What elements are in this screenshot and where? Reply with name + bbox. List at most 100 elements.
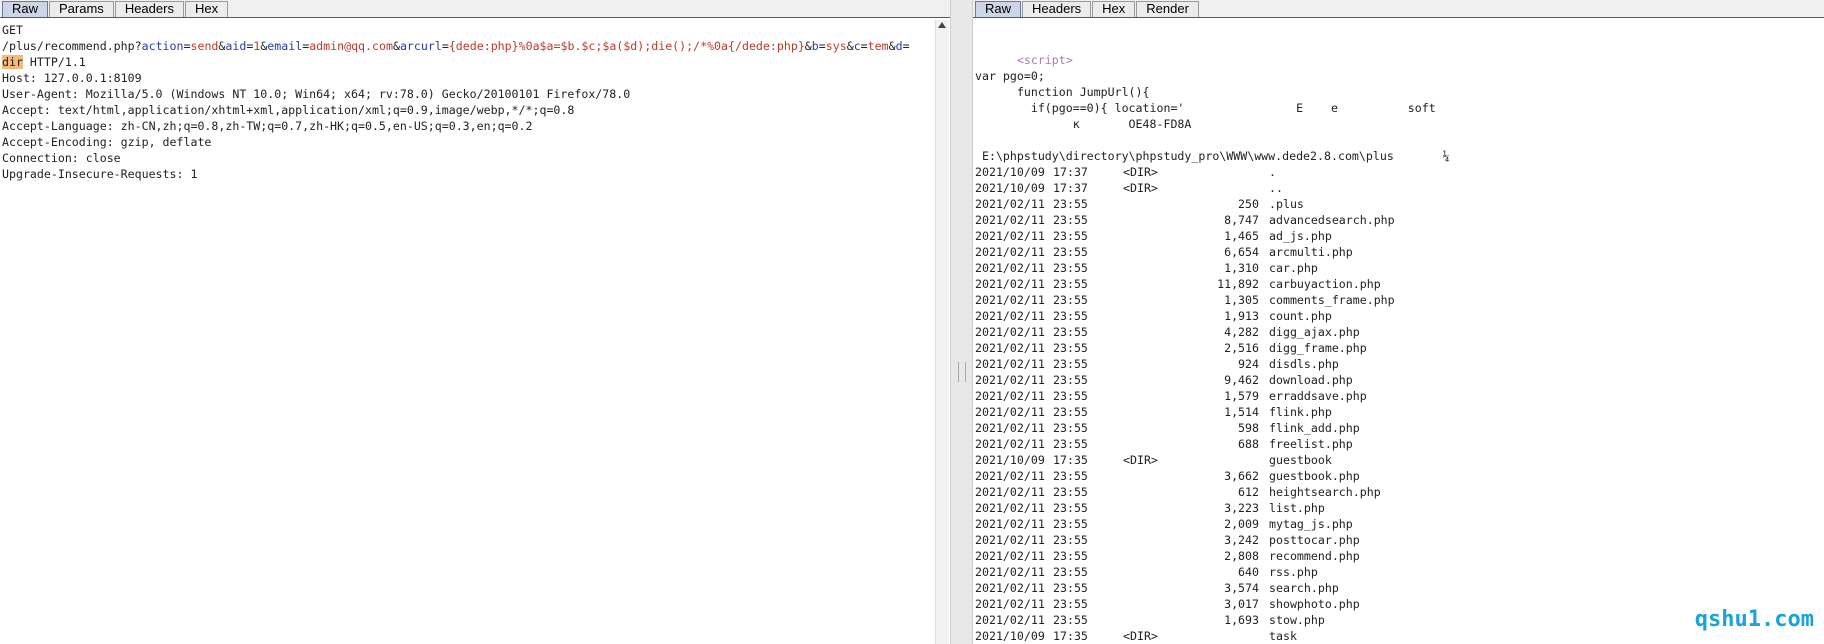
request-header: Host: 127.0.0.1:8109 [2, 71, 142, 85]
listing-time: 23:55 [1053, 517, 1088, 531]
listing-size: 924 [1238, 357, 1259, 371]
listing-time: 23:55 [1053, 197, 1088, 211]
response-tabbar: Raw Headers Hex Render [973, 0, 1824, 18]
param-key: email [267, 39, 303, 53]
response-pane: Raw Headers Hex Render <script> var pgo=… [973, 0, 1824, 644]
list-item: 2021/02/11 23:55 1,913 count.php [975, 308, 1395, 324]
listing-date: 2021/02/11 [975, 389, 1045, 403]
listing-time: 23:55 [1053, 261, 1088, 275]
param-key: b [811, 39, 819, 53]
listing-date: 2021/02/11 [975, 373, 1045, 387]
tab-hex[interactable]: Hex [184, 1, 229, 17]
listing-time: 23:55 [1053, 229, 1088, 243]
scroll-up-icon[interactable] [938, 22, 946, 28]
listing-size: 1,305 [1224, 293, 1259, 307]
listing-date: 2021/02/11 [975, 325, 1045, 339]
param-value: sys [825, 39, 847, 53]
script-tag: <script> [1016, 53, 1073, 67]
tab-params[interactable]: Params [49, 1, 114, 17]
listing-date: 2021/10/09 [975, 629, 1045, 643]
request-header: Accept: text/html,application/xhtml+xml,… [2, 103, 575, 117]
listing-date: 2021/10/09 [975, 181, 1045, 195]
list-item: 2021/10/09 17:35 <DIR> guestbook [975, 452, 1395, 468]
listing-time: 23:55 [1053, 533, 1088, 547]
listing-name: task [1269, 629, 1297, 643]
response-line: function JumpUrl(){ [975, 85, 1150, 99]
listing-date: 2021/02/11 [975, 581, 1045, 595]
list-item: 2021/02/11 23:55 688 freelist.php [975, 436, 1395, 452]
list-item: 2021/10/09 17:35 <DIR> task [975, 628, 1395, 644]
listing-time: 23:55 [1053, 421, 1088, 435]
listing-type: <DIR> [1123, 181, 1158, 195]
listing-name: digg_ajax.php [1269, 325, 1360, 339]
listing-date: 2021/02/11 [975, 549, 1045, 563]
listing-date: 2021/02/11 [975, 277, 1045, 291]
tab-headers[interactable]: Headers [1022, 1, 1092, 17]
param-value: admin@qq.com [309, 39, 393, 53]
request-header: User-Agent: Mozilla/5.0 (Windows NT 10.0… [2, 87, 631, 101]
list-item: 2021/02/11 23:55 6,654 arcmulti.php [975, 244, 1395, 260]
request-tabbar: Raw Params Headers Hex [0, 0, 950, 18]
listing-size: 11,892 [1217, 277, 1259, 291]
pane-splitter[interactable] [950, 0, 973, 644]
splitter-grip-icon[interactable] [958, 362, 966, 382]
request-header: Connection: close [2, 151, 121, 165]
listing-name: recommend.php [1269, 549, 1360, 563]
response-line: var pgo=0; [975, 69, 1045, 83]
listing-size: 1,693 [1224, 613, 1259, 627]
listing-name: arcmulti.php [1269, 245, 1353, 259]
listing-date: 2021/02/11 [975, 501, 1045, 515]
listing-name: carbuyaction.php [1269, 277, 1381, 291]
list-item: 2021/02/11 23:55 3,662 guestbook.php [975, 468, 1395, 484]
listing-name: heightsearch.php [1269, 485, 1381, 499]
listing-type: <DIR> [1123, 629, 1158, 643]
listing-date: 2021/10/09 [975, 165, 1045, 179]
request-path: /plus/recommend.php? [2, 39, 142, 53]
list-item: 2021/02/11 23:55 640 rss.php [975, 564, 1395, 580]
listing-type: <DIR> [1123, 453, 1158, 467]
param-value: tem [867, 39, 889, 53]
listing-size: 1,310 [1224, 261, 1259, 275]
listing-size: 3,017 [1224, 597, 1259, 611]
listing-time: 23:55 [1053, 469, 1088, 483]
listing-size: 2,516 [1224, 341, 1259, 355]
listing-size: 8,747 [1224, 213, 1259, 227]
listing-name: stow.php [1269, 613, 1325, 627]
tab-raw[interactable]: Raw [2, 1, 49, 17]
list-item: 2021/02/11 23:55 1,310 car.php [975, 260, 1395, 276]
listing-size: 3,242 [1224, 533, 1259, 547]
tab-render[interactable]: Render [1136, 1, 1199, 17]
list-item: 2021/02/11 23:55 9,462 download.php [975, 372, 1395, 388]
list-item: 2021/02/11 23:55 3,223 list.php [975, 500, 1395, 516]
listing-date: 2021/02/11 [975, 421, 1045, 435]
request-scrollbar[interactable] [935, 20, 949, 644]
listing-time: 23:55 [1053, 613, 1088, 627]
directory-listing: 2021/10/09 17:37 <DIR>. 2021/10/09 17:37 <DIR… [975, 164, 1395, 644]
request-method: GET [2, 23, 23, 37]
param-value: send [190, 39, 219, 53]
listing-name: erraddsave.php [1269, 389, 1367, 403]
param-separator: & [888, 39, 896, 53]
listing-date: 2021/02/11 [975, 469, 1045, 483]
list-item: 2021/02/11 23:55 3,242 posttocar.php [975, 532, 1395, 548]
tab-raw[interactable]: Raw [975, 1, 1022, 17]
list-item: 2021/02/11 23:55 3,574 search.php [975, 580, 1395, 596]
param-key: d [895, 39, 903, 53]
listing-size: 9,462 [1224, 373, 1259, 387]
listing-size: 612 [1238, 485, 1259, 499]
tab-hex[interactable]: Hex [1092, 1, 1136, 17]
param-equals: = [860, 39, 868, 53]
listing-size: 688 [1238, 437, 1259, 451]
directory-path: E:\phpstudy\directory\phpstudy_pro\WWW\w… [975, 149, 1450, 163]
response-line: κ OE48-FD8A [975, 117, 1192, 131]
param-separator: & [846, 39, 854, 53]
listing-name: mytag_js.php [1269, 517, 1353, 531]
request-editor[interactable]: GET /plus/recommend.php?action = send & aid =… [2, 22, 910, 182]
tab-headers[interactable]: Headers [114, 1, 184, 17]
watermark: qshu1.com [1694, 607, 1814, 632]
listing-name: flink.php [1269, 405, 1332, 419]
listing-date: 2021/02/11 [975, 565, 1045, 579]
listing-name: posttocar.php [1269, 533, 1360, 547]
response-editor[interactable]: <script> var pgo=0; function JumpUrl(){ … [975, 36, 1450, 180]
listing-date: 2021/02/11 [975, 597, 1045, 611]
